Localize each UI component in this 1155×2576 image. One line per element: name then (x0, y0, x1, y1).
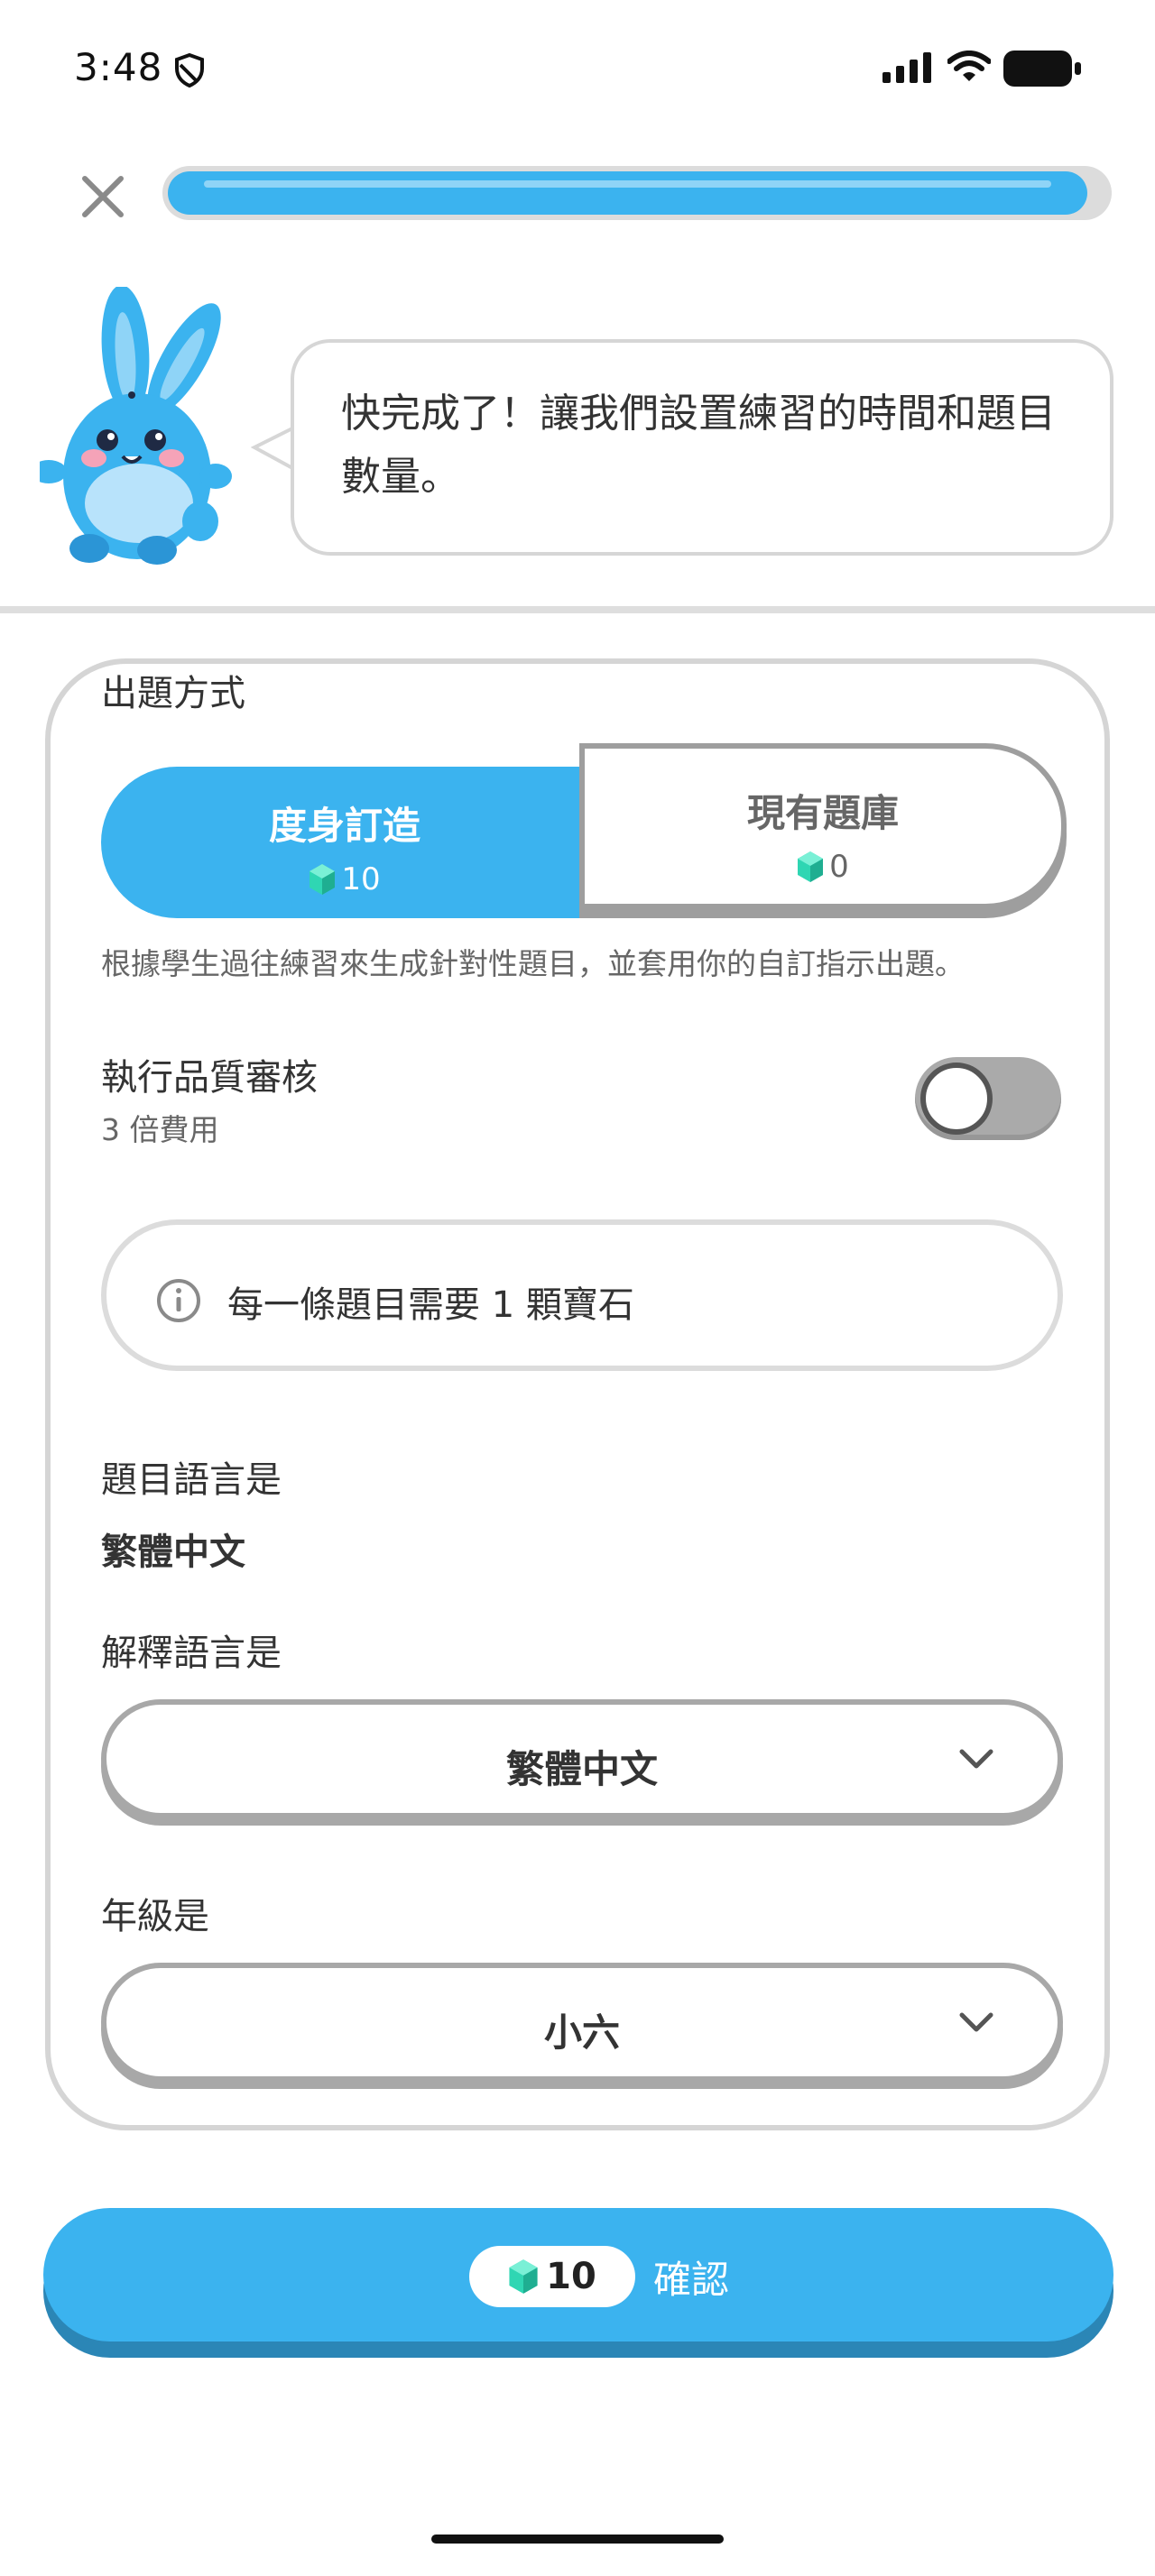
question-language-label: 題目語言是 (101, 1459, 282, 1501)
status-time: 3:48 (74, 45, 163, 89)
explanation-language-value: 繁體中文 (505, 1747, 658, 1791)
chevron-down-icon (959, 1749, 993, 1769)
segment-existing-cost: 0 (585, 849, 1061, 885)
progress-bar-fill (168, 171, 1088, 215)
toggle-knob (920, 1063, 993, 1135)
signal-icon (882, 52, 931, 83)
question-language-value: 繁體中文 (101, 1532, 245, 1573)
speech-bubble-tail (251, 426, 295, 471)
gem-icon (798, 851, 824, 882)
segment-custom[interactable]: 度身訂造 10 (101, 767, 588, 918)
confirm-label: 確認 (653, 2258, 730, 2302)
home-indicator (431, 2535, 724, 2544)
info-text: 每一條題目需要 1 顆寶石 (227, 1284, 634, 1326)
confirm-gems: 10 (546, 2256, 596, 2297)
chevron-down-icon (959, 2012, 993, 2032)
progress-bar (162, 166, 1112, 220)
header-divider (0, 606, 1155, 613)
method-description: 根據學生過往練習來生成針對性題目，並套用你的自訂指示出題。 (101, 946, 965, 981)
info-icon (157, 1279, 200, 1322)
grade-select[interactable]: 小六 (101, 1963, 1063, 2082)
segment-existing-bank[interactable]: 現有題庫 0 (579, 743, 1067, 909)
shield-icon (175, 52, 204, 88)
app-screen: 3:48 快完成了！讓我們設置練習的時間和題目數量。 出題方式 度身訂造 10 … (0, 0, 1155, 2576)
segment-existing-gems: 0 (829, 849, 849, 885)
segment-existing-label: 現有題庫 (746, 791, 899, 835)
info-banner: 每一條題目需要 1 顆寶石 (101, 1219, 1063, 1371)
speech-bubble: 快完成了！讓我們設置練習的時間和題目數量。 (291, 339, 1113, 556)
segment-custom-cost: 10 (101, 861, 588, 897)
quality-review-label: 執行品質審核 (101, 1057, 318, 1099)
settings-card: 出題方式 度身訂造 10 現有題庫 0 根據學生過往練習來生成針對性題目，並套用… (45, 658, 1110, 2130)
explanation-language-label: 解釋語言是 (101, 1633, 282, 1674)
explanation-language-select[interactable]: 繁體中文 (101, 1699, 1063, 1818)
battery-icon (1003, 51, 1081, 87)
wifi-icon (947, 51, 991, 81)
confirm-cost-pill: 10 (469, 2246, 635, 2307)
grade-label: 年級是 (101, 1896, 209, 1937)
mascot-message: 快完成了！讓我們設置練習的時間和題目數量。 (341, 391, 1056, 500)
segment-custom-label: 度身訂造 (268, 804, 420, 848)
question-method-label: 出題方式 (101, 673, 245, 714)
confirm-button[interactable]: 10 確認 (43, 2208, 1113, 2341)
rabbit-mascot (40, 287, 232, 565)
close-icon[interactable] (76, 170, 130, 224)
grade-value: 小六 (543, 2010, 620, 2055)
status-bar: 3:48 (0, 0, 1155, 135)
gem-icon (509, 2259, 538, 2294)
quality-review-toggle[interactable] (915, 1057, 1061, 1140)
segment-custom-gems: 10 (341, 861, 381, 897)
gem-icon (310, 864, 336, 895)
quality-review-sublabel: 3 倍費用 (101, 1112, 219, 1147)
